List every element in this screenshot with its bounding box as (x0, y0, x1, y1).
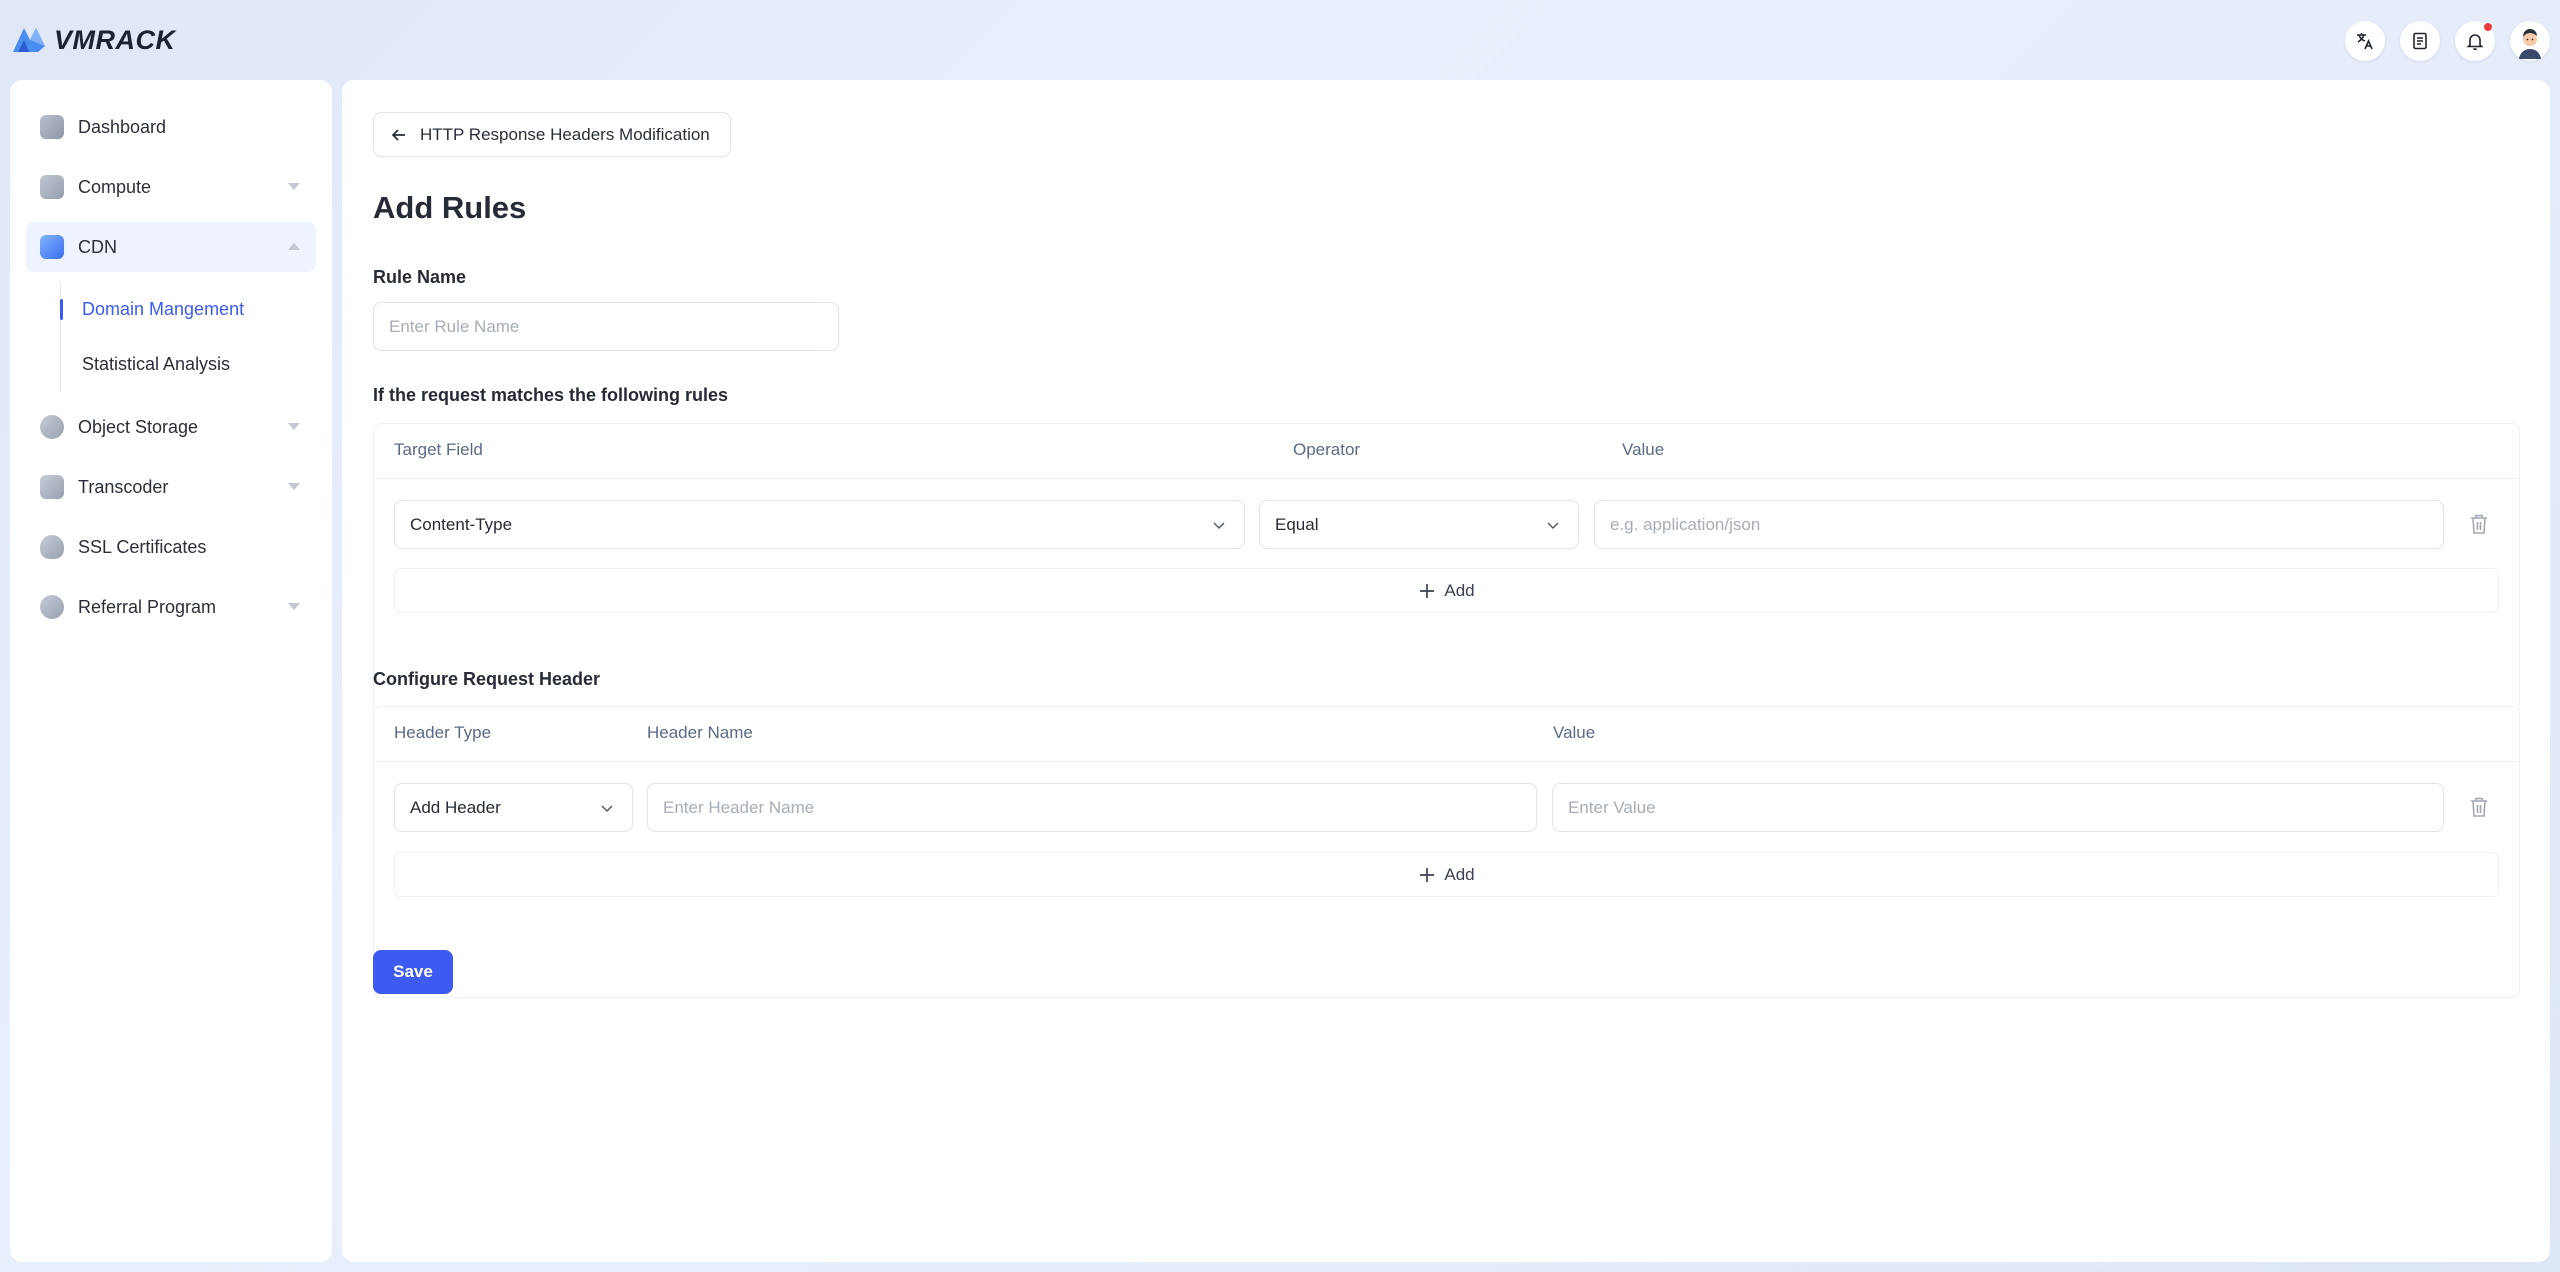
sidebar-item-label: Referral Program (78, 596, 217, 617)
sidebar-item-compute[interactable]: Compute (26, 162, 316, 212)
notification-badge (2483, 22, 2493, 32)
avatar[interactable] (2510, 21, 2550, 61)
cdn-submenu: Domain Mangement Statistical Analysis (50, 282, 332, 392)
back-button-label: HTTP Response Headers Modification (420, 124, 710, 144)
dashboard-icon (40, 115, 64, 139)
caret-up-icon (288, 243, 300, 250)
column-header-target-field: Target Field (394, 440, 483, 459)
cdn-icon (40, 235, 64, 259)
notifications-button[interactable] (2455, 21, 2495, 61)
add-label: Add (1444, 580, 1475, 600)
match-rules-label: If the request matches the following rul… (373, 385, 729, 405)
language-button[interactable] (2345, 21, 2385, 61)
arrow-left-icon (391, 128, 405, 141)
caret-down-icon (288, 183, 300, 190)
sidebar-subitem-domain-management[interactable]: Domain Mangement (50, 282, 332, 337)
chevron-down-icon (601, 805, 613, 813)
page-title: Add Rules (373, 190, 527, 225)
request-header-table-header: Header Type Header Name Value (374, 707, 2519, 762)
plus-icon (1420, 867, 1435, 882)
sidebar-item-ssl-certificates[interactable]: SSL Certificates (26, 522, 316, 572)
chevron-down-icon (1213, 522, 1225, 530)
trash-icon[interactable] (2468, 512, 2490, 536)
column-header-header-name: Header Name (647, 723, 753, 742)
ssl-icon (40, 535, 64, 559)
sidebar-item-label: Transcoder (78, 476, 169, 497)
sidebar-item-transcoder[interactable]: Transcoder (26, 462, 316, 512)
sidebar-item-label: CDN (78, 236, 117, 257)
sidebar-item-referral-program[interactable]: Referral Program (26, 582, 316, 632)
match-value-input[interactable]: e.g. application/json (1594, 500, 2444, 549)
object-storage-icon (40, 415, 64, 439)
caret-down-icon (288, 483, 300, 490)
docs-button[interactable] (2400, 21, 2440, 61)
referral-icon (40, 595, 64, 619)
bell-icon (2466, 34, 2484, 51)
sidebar-item-label: SSL Certificates (78, 536, 207, 557)
operator-select[interactable]: Equal (1259, 500, 1579, 549)
plus-icon (1420, 583, 1435, 598)
sidebar-item-label: Dashboard (78, 116, 167, 137)
compute-icon (40, 175, 64, 199)
request-header-panel: Header Type Header Name Value Add Header… (373, 706, 2520, 998)
rule-name-label: Rule Name (373, 267, 467, 287)
logo-icon (13, 28, 45, 52)
rule-name-input[interactable]: Enter Rule Name (373, 302, 839, 351)
trash-icon[interactable] (2468, 795, 2490, 819)
sidebar-item-label: Object Storage (78, 416, 199, 437)
header-value-input[interactable]: Enter Value (1552, 783, 2444, 832)
operator-value: Equal (1275, 514, 1319, 534)
header-type-value: Add Header (410, 797, 501, 817)
caret-down-icon (288, 603, 300, 610)
brand-name: VMRACK (54, 24, 176, 55)
logo[interactable]: VMRACK (10, 22, 176, 58)
top-bar: VMRACK (0, 0, 2560, 80)
save-button[interactable]: Save (373, 950, 453, 994)
column-header-operator: Operator (1293, 440, 1361, 459)
target-field-select[interactable]: Content-Type (394, 500, 1245, 549)
header-name-input[interactable]: Enter Header Name (647, 783, 1537, 832)
sidebar-item-object-storage[interactable]: Object Storage (26, 402, 316, 452)
column-header-value: Value (1622, 440, 1665, 459)
main-panel: HTTP Response Headers Modification Add R… (342, 80, 2550, 1262)
chevron-down-icon (1547, 522, 1559, 530)
transcoder-icon (40, 475, 64, 499)
match-rules-panel: Target Field Operator Value Content-Type… (373, 423, 2520, 714)
header-type-select[interactable]: Add Header (394, 783, 633, 832)
column-header-header-type: Header Type (394, 723, 492, 742)
match-rules-header: Target Field Operator Value (374, 424, 2519, 479)
sidebar: Dashboard Compute CDN Domain Mangement S… (10, 80, 332, 1262)
caret-down-icon (288, 423, 300, 430)
sidebar-item-cdn[interactable]: CDN (26, 222, 316, 272)
user-avatar-icon (2512, 23, 2548, 59)
sidebar-subitem-statistical-analysis[interactable]: Statistical Analysis (50, 337, 332, 392)
back-button[interactable]: HTTP Response Headers Modification (373, 112, 731, 157)
add-header-button[interactable]: Add (394, 852, 2499, 897)
column-header-value: Value (1553, 723, 1596, 742)
top-actions (2345, 21, 2550, 61)
translate-icon (2357, 33, 2373, 50)
sidebar-item-label: Compute (78, 176, 152, 197)
add-label: Add (1444, 864, 1475, 884)
add-match-rule-button[interactable]: Add (394, 568, 2499, 613)
document-icon (2413, 32, 2427, 50)
request-header-label: Configure Request Header (373, 669, 601, 689)
sidebar-item-dashboard[interactable]: Dashboard (26, 102, 316, 152)
target-field-value: Content-Type (410, 514, 513, 534)
